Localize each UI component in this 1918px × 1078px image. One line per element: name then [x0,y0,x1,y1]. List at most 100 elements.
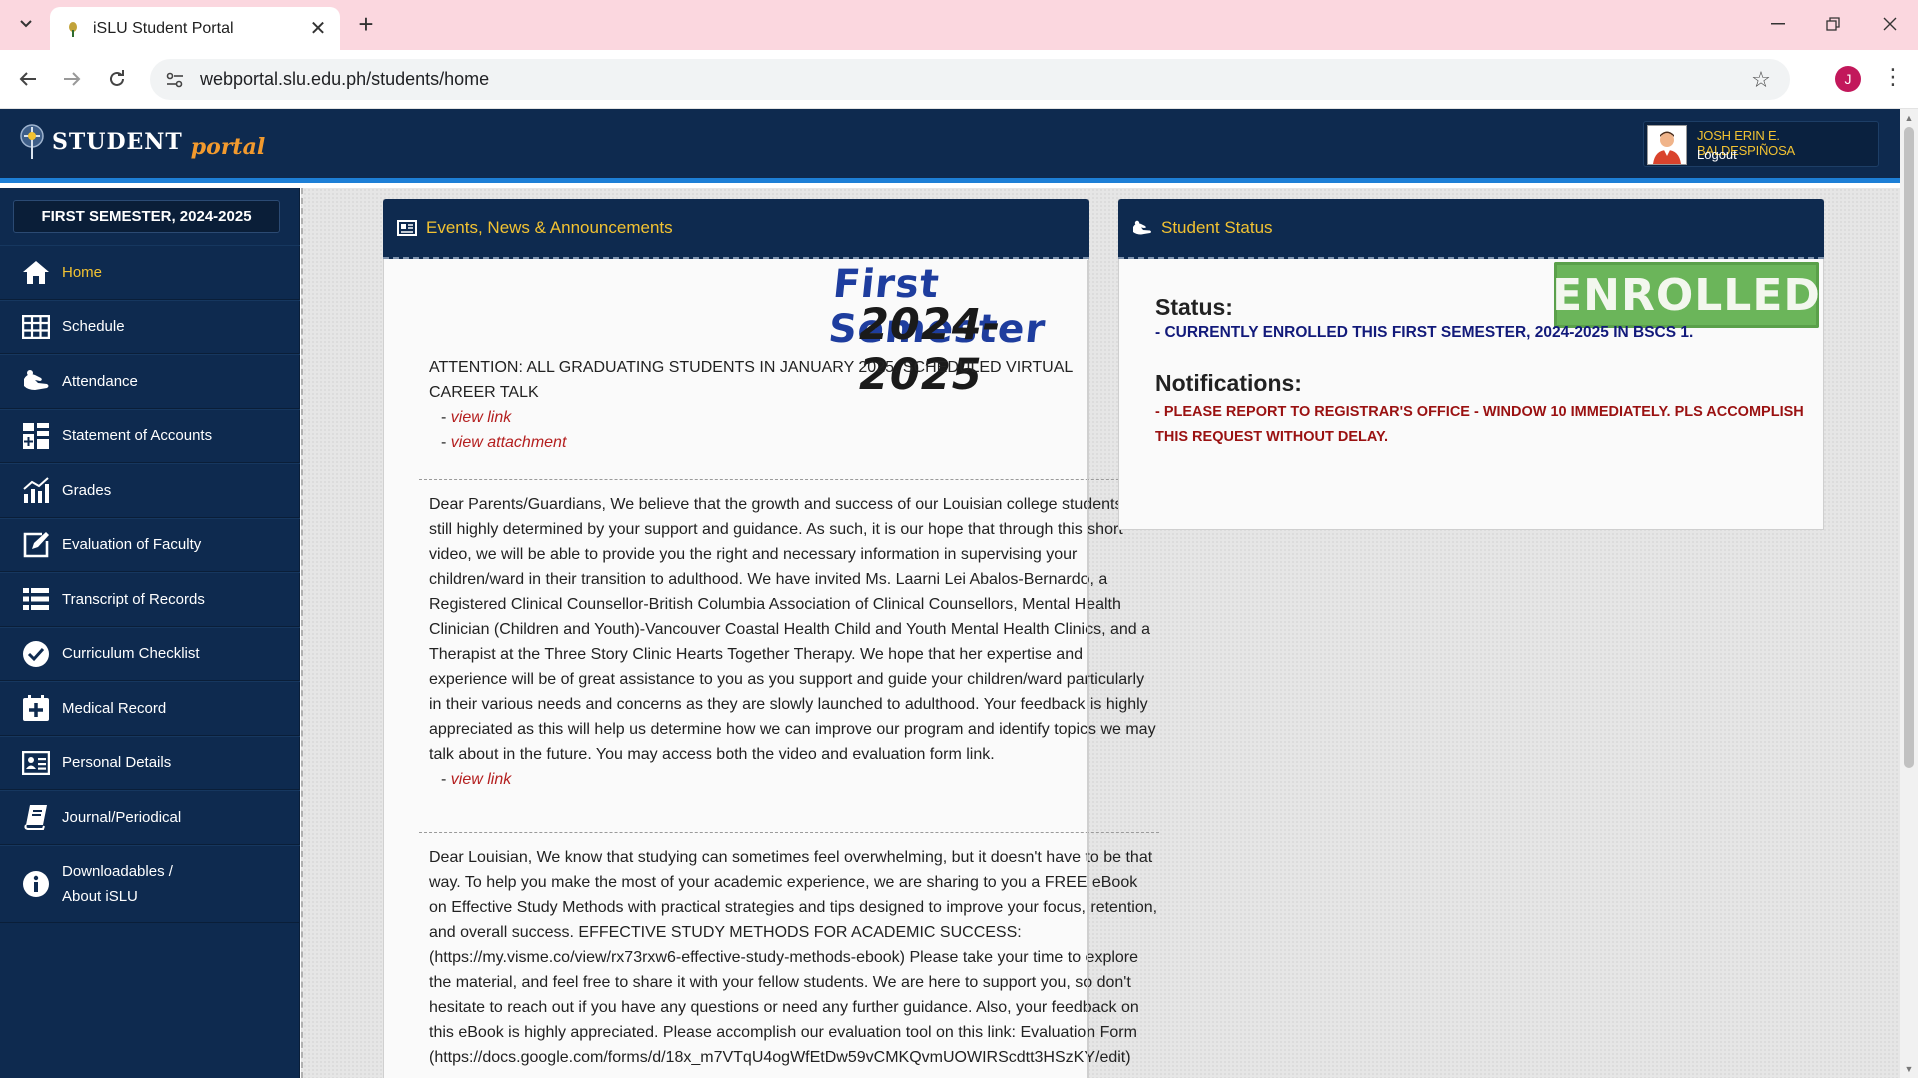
status-panel-header: Student Status [1118,199,1824,259]
sidebar: FIRST SEMESTER, 2024-2025 Home Schedule … [0,188,300,1078]
profile-avatar[interactable]: J [1835,66,1861,92]
book-icon [20,801,52,833]
events-panel: Events, News & Announcements First Semes… [383,199,1159,1078]
events-panel-title: Events, News & Announcements [426,218,673,237]
sidebar-item-label: Statement of Accounts [62,427,213,445]
events-body: First Semester 2024-2025 ATTENTION: ALL … [384,260,1164,1078]
attendance-hand-icon [20,365,52,397]
medical-icon [20,692,52,724]
address-bar[interactable]: webportal.slu.edu.ph/students/home ☆ [150,59,1790,100]
student-status-panel: Student Status ENROLLED Status: - CURREN… [1118,199,1824,530]
sidebar-item-curriculum-checklist[interactable]: Curriculum Checklist [0,626,300,681]
sidebar-item-statement-of-accounts[interactable]: Statement of Accounts [0,408,300,463]
sidebar-item-label: Medical Record [62,699,167,717]
reload-button[interactable] [101,63,133,95]
check-circle-icon [20,638,52,670]
info-icon [20,868,52,900]
sidebar-menu: Home Schedule Attendance Statement of Ac… [0,245,300,923]
semester-label: FIRST SEMESTER, 2024-2025 [13,200,280,233]
restore-button[interactable] [1813,6,1853,42]
sidebar-item-label: Evaluation of Faculty [62,536,202,554]
page-scrollbar[interactable]: ▲ ▼ [1900,109,1918,1078]
tab-title: iSLU Student Portal [93,19,234,37]
sidebar-item-evaluation-of-faculty[interactable]: Evaluation of Faculty [0,517,300,572]
semester-banner: First Semester 2024-2025 [821,262,1081,400]
sidebar-item-schedule[interactable]: Schedule [0,299,300,354]
sidebar-item-label: Home [62,263,103,281]
browser-tab-bar: iSLU Student Portal ✕ + [0,0,1918,50]
view-attachment-link[interactable]: - view attachment [429,430,1129,455]
forward-arrow-icon [64,72,81,86]
notifications-heading: Notifications: [1155,370,1302,396]
sidebar-item-label: Journal/Periodical [62,808,182,826]
minimize-button[interactable] [1758,6,1798,42]
sidebar-item-label: Grades [62,481,112,499]
sidebar-item-downloadables-about[interactable]: Downloadables / About iSLU [0,844,300,923]
sidebar-item-personal-details[interactable]: Personal Details [0,735,300,790]
announcement-item: Dear Louisian, We know that studying can… [429,845,1159,1070]
sidebar-item-home[interactable]: Home [0,245,300,300]
favicon-icon [69,21,77,37]
statement-grid-icon [20,420,52,452]
close-tab-icon[interactable]: ✕ [308,16,328,41]
id-card-icon [20,747,52,779]
edit-icon [20,529,52,561]
tab-search-button[interactable] [10,8,42,40]
sidebar-item-label: Downloadables / About iSLU [62,859,173,909]
user-box: JOSH ERIN E. BALDESPIÑOSA Logout [1643,121,1879,167]
sidebar-item-label: Schedule [62,318,125,336]
status-text: - CURRENTLY ENROLLED THIS FIRST SEMESTER… [1155,324,1694,341]
scroll-down-icon[interactable]: ▼ [1904,1064,1914,1074]
status-hand-icon [1132,219,1152,237]
sidebar-item-label: Attendance [62,372,138,390]
site-info-icon[interactable] [164,72,186,88]
url-text: webportal.slu.edu.ph/students/home [200,69,490,89]
chevron-down-icon [20,20,32,28]
user-avatar [1647,125,1687,165]
minimize-icon [1771,23,1785,25]
close-window-button[interactable] [1870,6,1910,42]
scroll-up-icon[interactable]: ▲ [1904,113,1914,123]
slu-seal-icon [20,124,44,159]
newspaper-icon [397,219,417,237]
grades-chart-icon [20,474,52,506]
view-link[interactable]: - view link [429,767,1159,792]
sidebar-item-label: Transcript of Records [62,590,205,608]
scrollbar-thumb[interactable] [1904,127,1914,768]
user-avatar-icon [1648,126,1686,164]
enrolled-stamp: ENROLLED [1552,262,1820,328]
sidebar-item-medical-record[interactable]: Medical Record [0,681,300,736]
sidebar-item-attendance[interactable]: Attendance [0,354,300,409]
browser-menu-icon[interactable]: ⋮ [1882,64,1904,90]
forward-button[interactable] [56,63,88,95]
announcement-text: Dear Parents/Guardians, We believe that … [429,496,1156,763]
new-tab-button[interactable]: + [352,9,380,39]
bookmark-star-icon[interactable]: ☆ [1746,67,1776,93]
events-panel-header: Events, News & Announcements [383,199,1089,259]
logo-word-student: STUDENT [52,129,183,155]
sidebar-item-journal-periodical[interactable]: Journal/Periodical [0,790,300,845]
announcement-text: Dear Louisian, We know that studying can… [429,849,1158,1066]
announcement-divider [419,479,1159,480]
panel-edge [1087,260,1088,1078]
restore-icon [1826,17,1840,31]
sidebar-item-grades[interactable]: Grades [0,463,300,518]
main-content: Events, News & Announcements First Semes… [301,188,1900,1078]
view-link[interactable]: - view link [429,405,1129,430]
back-button[interactable] [12,63,44,95]
sidebar-item-label: Personal Details [62,754,172,772]
logout-link[interactable]: Logout [1697,147,1737,162]
sidebar-item-label-line1: Downloadables / [62,862,173,880]
browser-toolbar: webportal.slu.edu.ph/students/home ☆ J ⋮ [0,50,1918,109]
announcement-divider [419,832,1159,833]
announcement-item: Dear Parents/Guardians, We believe that … [429,492,1159,792]
home-icon [20,256,52,288]
close-icon [1883,17,1897,31]
portal-logo[interactable]: STUDENT portal [18,123,265,161]
announcement-text: ATTENTION: ALL GRADUATING STUDENTS IN JA… [429,359,1073,401]
schedule-table-icon [20,311,52,343]
browser-tab[interactable]: iSLU Student Portal ✕ [50,7,340,50]
notification-text: - PLEASE REPORT TO REGISTRAR'S OFFICE - … [1155,404,1804,445]
list-icon [20,583,52,615]
sidebar-item-transcript-of-records[interactable]: Transcript of Records [0,572,300,627]
